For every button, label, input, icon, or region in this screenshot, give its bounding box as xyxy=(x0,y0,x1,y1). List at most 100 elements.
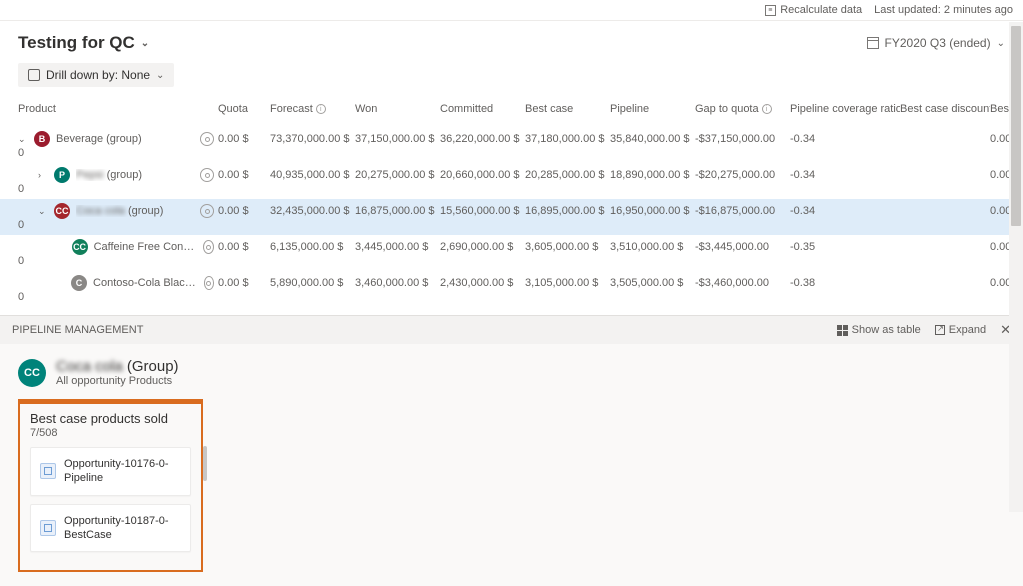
period-label: FY2020 Q3 (ended) xyxy=(885,36,991,50)
col-committed[interactable]: Committed xyxy=(440,103,525,115)
data-cell: 6,135,000.00 $ xyxy=(270,241,355,253)
data-cell: 18,890,000.00 $ xyxy=(610,169,695,181)
data-cell: 3,445,000.00 $ xyxy=(355,241,440,253)
table-header-row: Product Quota Forecasti Won Committed Be… xyxy=(18,97,1005,127)
col-bestcase[interactable]: Best case xyxy=(525,103,610,115)
data-cell: 37,180,000.00 $ xyxy=(525,133,610,145)
data-cell: 73,370,000.00 $ xyxy=(270,133,355,145)
expand-caret[interactable] xyxy=(18,134,28,145)
col-product[interactable]: Product xyxy=(18,103,218,115)
owner-icon[interactable] xyxy=(200,132,214,146)
product-cell: CContoso-Cola Black Cherry Va xyxy=(18,275,218,291)
header-row: Testing for QC ⌄ FY2020 Q3 (ended) ⌄ xyxy=(0,21,1023,63)
data-cell: 3,505,000.00 $ xyxy=(610,277,695,289)
drill-down-button[interactable]: Drill down by: None ⌄ xyxy=(18,63,174,87)
product-badge: CC xyxy=(54,203,70,219)
data-cell: 0 xyxy=(18,219,218,231)
show-as-table-button[interactable]: Show as table xyxy=(837,324,921,336)
data-cell: 40,935,000.00 $ xyxy=(270,169,355,181)
panel-title: PIPELINE MANAGEMENT xyxy=(12,324,143,336)
drill-label: Drill down by: None xyxy=(46,68,150,82)
data-cell: -$3,445,000.00 xyxy=(695,241,790,253)
top-bar: ≡ Recalculate data Last updated: 2 minut… xyxy=(0,0,1023,21)
best-case-products-card: Best case products sold 7/508 Opportunit… xyxy=(18,399,203,572)
entity-header: CC Coca cola (Group) All opportunity Pro… xyxy=(18,358,1005,387)
pipeline-panel-body: CC Coca cola (Group) All opportunity Pro… xyxy=(0,344,1023,586)
product-badge: P xyxy=(54,167,70,183)
period-picker[interactable]: FY2020 Q3 (ended) ⌄ xyxy=(867,36,1005,50)
calendar-icon xyxy=(867,37,879,49)
info-icon: i xyxy=(762,104,772,114)
data-cell: 15,560,000.00 $ xyxy=(440,205,525,217)
data-cell: 0.00 $ xyxy=(218,205,270,217)
entity-subtitle: All opportunity Products xyxy=(56,375,179,387)
data-cell: 0.00 $ xyxy=(218,241,270,253)
vertical-scrollbar-track[interactable] xyxy=(1009,22,1023,512)
recalculate-label: Recalculate data xyxy=(780,4,862,16)
col-discount[interactable]: Best case discount xyxy=(900,103,990,115)
data-cell: 20,285,000.00 $ xyxy=(525,169,610,181)
data-cell: 0 xyxy=(18,147,218,159)
recalculate-icon: ≡ xyxy=(765,5,776,16)
col-gap[interactable]: Gap to quotai xyxy=(695,103,790,115)
page-title-dropdown[interactable]: Testing for QC ⌄ xyxy=(18,33,149,53)
data-cell: 0 xyxy=(18,183,218,195)
table-row[interactable]: CCCoca cola (group)0.00 $32,435,000.00 $… xyxy=(0,199,1023,235)
chevron-down-icon: ⌄ xyxy=(156,70,164,81)
col-pipeline[interactable]: Pipeline xyxy=(610,103,695,115)
data-cell: -$20,275,000.00 xyxy=(695,169,790,181)
col-won[interactable]: Won xyxy=(355,103,440,115)
data-cell: 32,435,000.00 $ xyxy=(270,205,355,217)
table-row[interactable]: CCCaffeine Free Contoso-Cola0.00 $6,135,… xyxy=(18,235,1005,271)
data-cell: -0.38 xyxy=(790,277,900,289)
data-cell: 3,460,000.00 $ xyxy=(355,277,440,289)
table-icon xyxy=(837,325,848,336)
product-badge: C xyxy=(71,275,87,291)
table-row[interactable]: PPepsi (group)0.00 $40,935,000.00 $20,27… xyxy=(18,163,1005,199)
data-cell: 37,150,000.00 $ xyxy=(355,133,440,145)
product-name: Pepsi (group) xyxy=(76,169,142,181)
product-cell: CCCaffeine Free Contoso-Cola xyxy=(18,239,218,255)
vertical-scrollbar-thumb[interactable] xyxy=(1011,26,1021,226)
owner-icon[interactable] xyxy=(203,240,214,254)
entity-title: Coca cola (Group) xyxy=(56,358,179,375)
data-cell: -0.34 xyxy=(790,133,900,145)
expand-button[interactable]: Expand xyxy=(935,324,986,336)
owner-icon[interactable] xyxy=(200,168,214,182)
data-cell: 3,105,000.00 $ xyxy=(525,277,610,289)
opportunity-label: Opportunity-10187-0-BestCase xyxy=(64,514,181,543)
opportunity-card[interactable]: Opportunity-10187-0-BestCase xyxy=(30,504,191,553)
product-name: Caffeine Free Contoso-Cola xyxy=(94,241,197,253)
owner-icon[interactable] xyxy=(204,276,214,290)
data-cell: 36,220,000.00 $ xyxy=(440,133,525,145)
data-cell: -$16,875,000.00 xyxy=(695,205,790,217)
card-scrollbar[interactable] xyxy=(203,446,207,481)
product-cell: BBeverage (group) xyxy=(18,131,218,147)
data-cell: 16,875,000.00 $ xyxy=(355,205,440,217)
data-cell: 0.00 $ xyxy=(218,133,270,145)
page-title: Testing for QC xyxy=(18,33,135,53)
section-title: Best case products sold xyxy=(30,411,191,426)
data-cell: -0.34 xyxy=(790,205,900,217)
table-row[interactable]: BBeverage (group)0.00 $73,370,000.00 $37… xyxy=(18,127,1005,163)
entity-badge: CC xyxy=(18,359,46,387)
data-cell: 0 xyxy=(18,255,218,267)
data-cell: 20,660,000.00 $ xyxy=(440,169,525,181)
recalculate-button[interactable]: ≡ Recalculate data xyxy=(765,4,862,16)
col-quota[interactable]: Quota xyxy=(218,103,270,115)
expand-caret[interactable] xyxy=(38,170,48,180)
last-updated: Last updated: 2 minutes ago xyxy=(874,4,1013,16)
data-cell: -0.35 xyxy=(790,241,900,253)
owner-icon[interactable] xyxy=(200,204,214,218)
col-coverage[interactable]: Pipeline coverage ratioi xyxy=(790,103,900,115)
opportunity-card[interactable]: Opportunity-10176-0-Pipeline xyxy=(30,447,191,496)
data-cell: -$3,460,000.00 xyxy=(695,277,790,289)
data-cell: 2,690,000.00 $ xyxy=(440,241,525,253)
col-forecast[interactable]: Forecasti xyxy=(270,103,355,115)
table-row[interactable]: CContoso-Cola Black Cherry Va0.00 $5,890… xyxy=(18,271,1005,307)
pipeline-panel-header: PIPELINE MANAGEMENT Show as table Expand… xyxy=(0,315,1023,344)
expand-caret[interactable] xyxy=(38,206,48,217)
data-cell: 16,895,000.00 $ xyxy=(525,205,610,217)
data-cell: 0 xyxy=(18,291,218,303)
forecast-table: Product Quota Forecasti Won Committed Be… xyxy=(0,97,1023,307)
